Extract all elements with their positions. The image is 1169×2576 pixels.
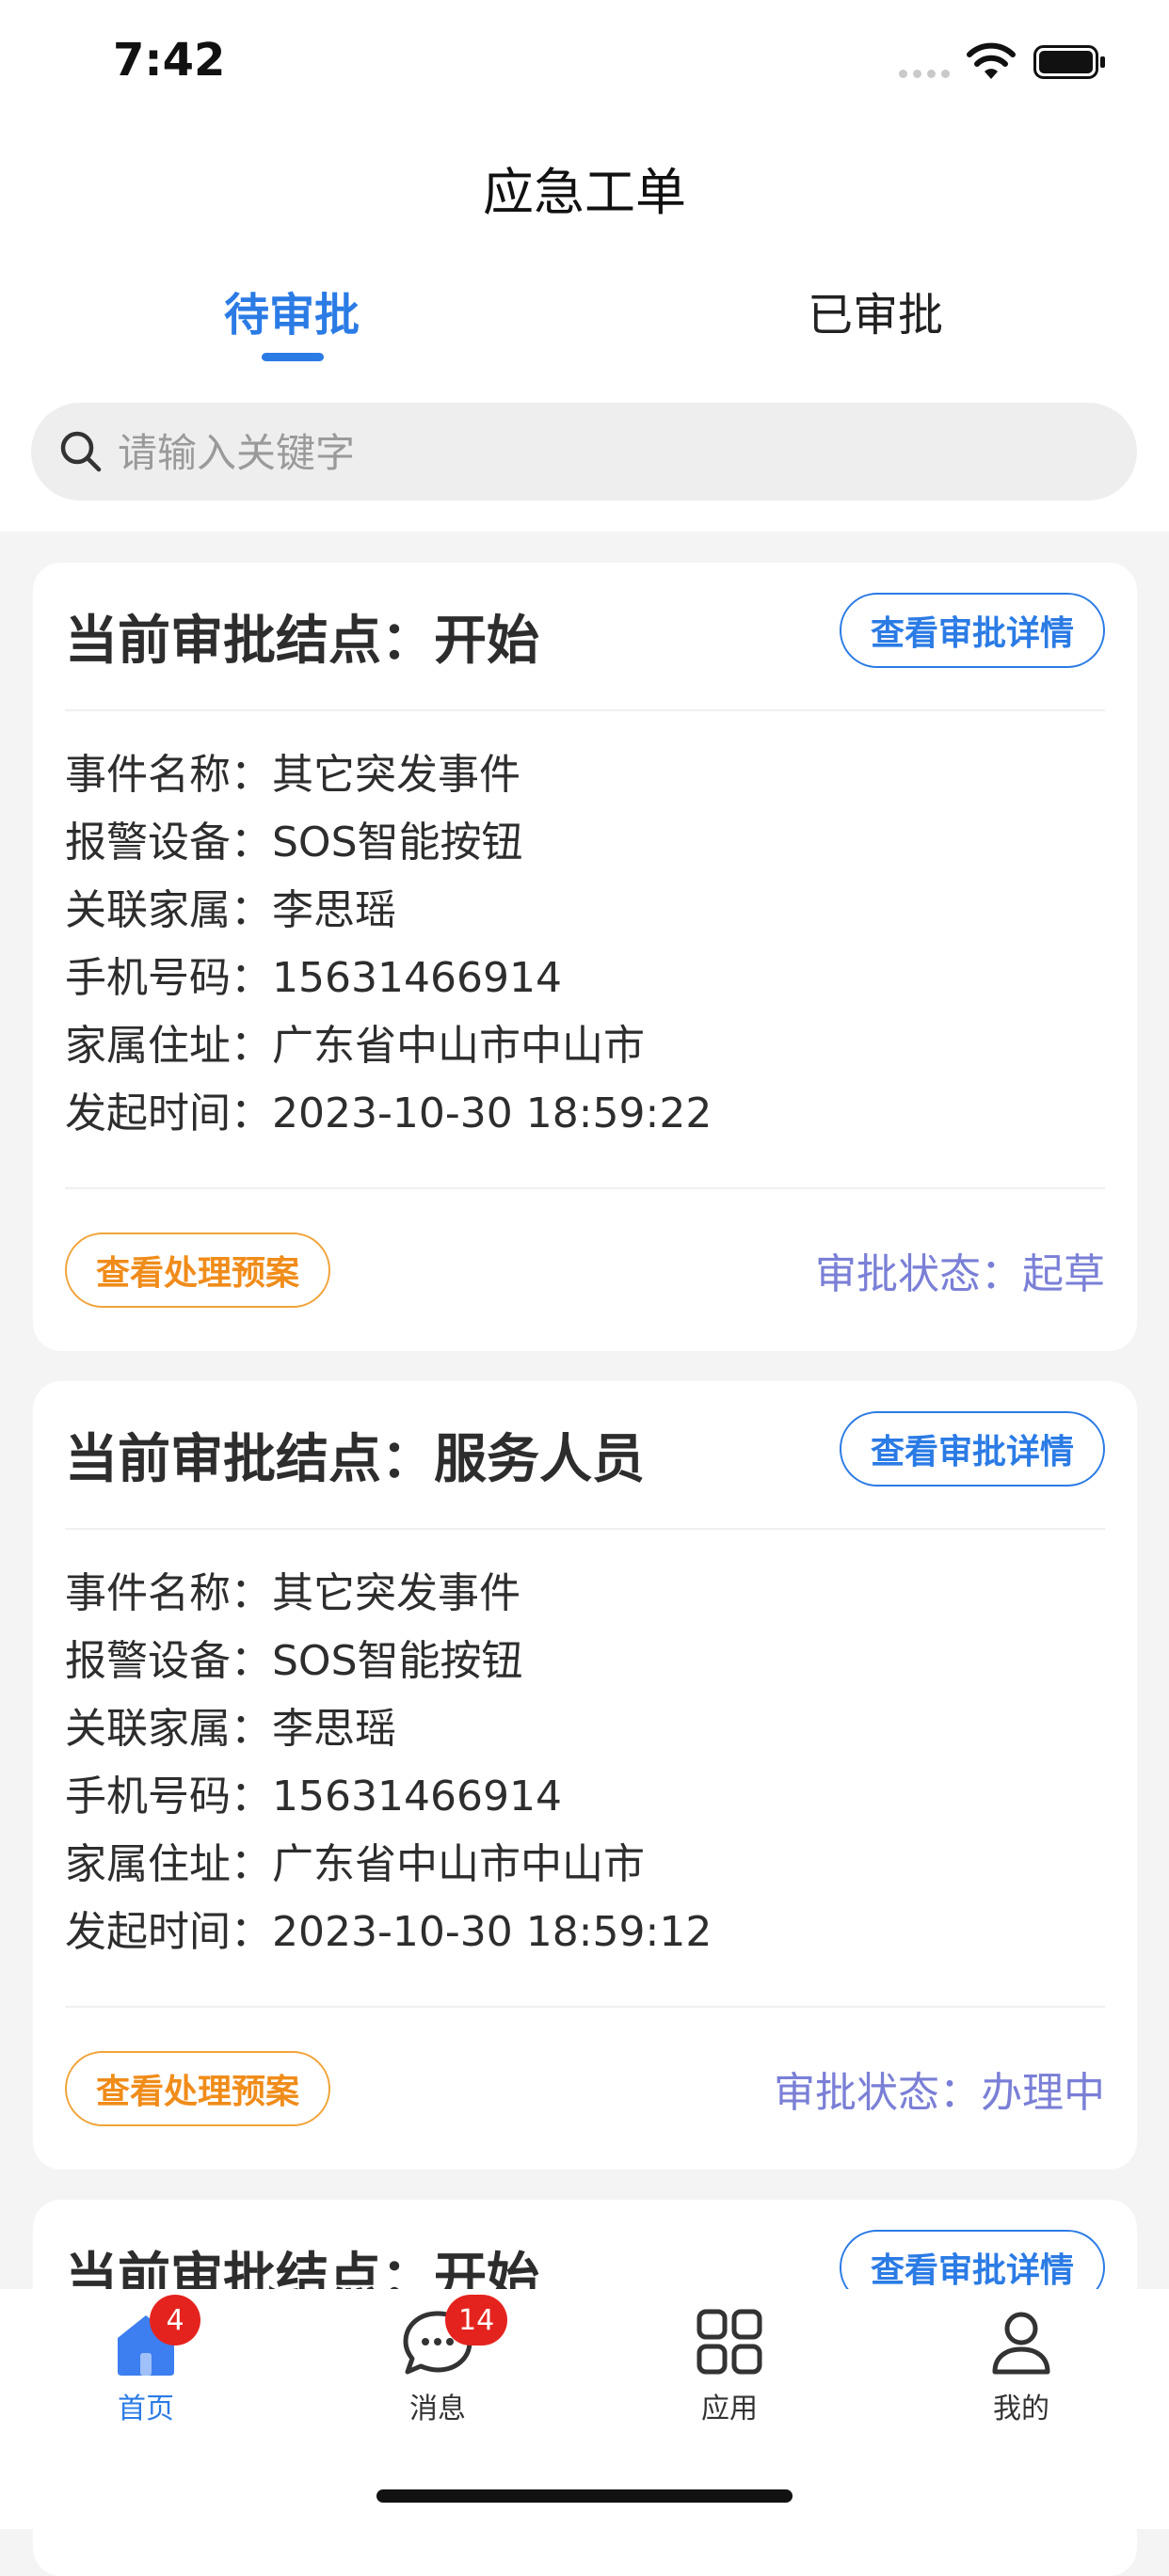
phone-row: 手机号码： 15631466914	[65, 954, 562, 1002]
device-row: 报警设备： SOS智能按钮	[65, 819, 523, 867]
phone-row: 手机号码： 15631466914	[65, 1773, 562, 1821]
divider	[65, 709, 1105, 711]
event-name-row: 事件名称： 其它突发事件	[65, 1569, 520, 1617]
time-row: 发起时间： 2023-10-30 18:59:22	[65, 1089, 713, 1137]
order-info: 事件名称： 其它突发事件 报警设备： SOS智能按钮 关联家属： 李思瑶 手机号码： 1…	[65, 741, 712, 1148]
tabbar-label: 应用	[701, 2393, 758, 2425]
event-name-row: 事件名称： 其它突发事件	[65, 751, 520, 799]
view-approval-detail-button[interactable]: 查看审批详情	[840, 593, 1105, 668]
home-badge: 4	[150, 2295, 200, 2345]
tabbar-item-messages[interactable]: 14 消息	[362, 2295, 513, 2426]
approval-node: 当前审批结点：开始	[65, 611, 539, 672]
search-icon	[60, 431, 102, 472]
tab-approved[interactable]: 已审批	[734, 278, 1017, 343]
bottom-tab-bar: 4 首页 14 消息 应用 我的	[0, 2289, 1169, 2529]
search-bar[interactable]	[31, 403, 1137, 501]
approval-state: 审批状态：办理中	[774, 2069, 1105, 2117]
search-input[interactable]	[116, 421, 1098, 484]
work-order-card: 当前审批结点：服务人员 查看审批详情 事件名称： 其它突发事件 报警设备： SOS智…	[33, 1381, 1137, 2170]
view-plan-button[interactable]: 查看处理预案	[65, 2051, 330, 2126]
time-row: 发起时间： 2023-10-30 18:59:12	[65, 1908, 713, 1956]
messages-badge: 14	[445, 2295, 508, 2345]
tabbar-label: 首页	[118, 2393, 174, 2425]
tabbar-label: 消息	[409, 2393, 466, 2425]
view-plan-button[interactable]: 查看处理预案	[65, 1232, 330, 1308]
user-icon	[992, 2312, 1050, 2375]
approval-state: 审批状态：起草	[815, 1250, 1105, 1298]
apps-icon	[697, 2309, 762, 2375]
tabbar-label: 我的	[993, 2393, 1049, 2425]
address-row: 家属住址： 广东省中山市中山市	[65, 1840, 645, 1888]
wifi-icon	[967, 42, 1016, 79]
page-title: 应急工单	[483, 163, 686, 222]
tabbar-item-home[interactable]: 4 首页	[71, 2295, 221, 2426]
device-row: 报警设备： SOS智能按钮	[65, 1637, 523, 1685]
divider	[65, 2006, 1105, 2008]
tabbar-item-apps[interactable]: 应用	[654, 2304, 805, 2426]
family-row: 关联家属： 李思瑶	[65, 1705, 396, 1753]
family-row: 关联家属： 李思瑶	[65, 886, 396, 934]
header-area: 7:42 应急工单 待审批 已审批	[0, 0, 1169, 532]
tab-pending[interactable]: 待审批	[151, 278, 433, 343]
signal-icon	[899, 70, 950, 78]
approval-node: 当前审批结点：服务人员	[65, 1429, 645, 1490]
address-row: 家属住址： 广东省中山市中山市	[65, 1022, 645, 1070]
status-time: 7:42	[113, 34, 226, 87]
divider	[65, 1528, 1105, 1530]
view-approval-detail-button[interactable]: 查看审批详情	[840, 1411, 1105, 1487]
divider	[65, 1187, 1105, 1189]
tabbar-item-profile[interactable]: 我的	[946, 2304, 1097, 2426]
battery-icon	[1033, 45, 1105, 79]
home-indicator	[376, 2489, 793, 2503]
work-order-card: 当前审批结点：开始 查看审批详情 事件名称： 其它突发事件 报警设备： SOS智能按…	[33, 563, 1137, 1351]
active-tab-indicator	[262, 353, 324, 361]
order-info: 事件名称： 其它突发事件 报警设备： SOS智能按钮 关联家属： 李思瑶 手机号码： 1…	[65, 1560, 712, 1966]
